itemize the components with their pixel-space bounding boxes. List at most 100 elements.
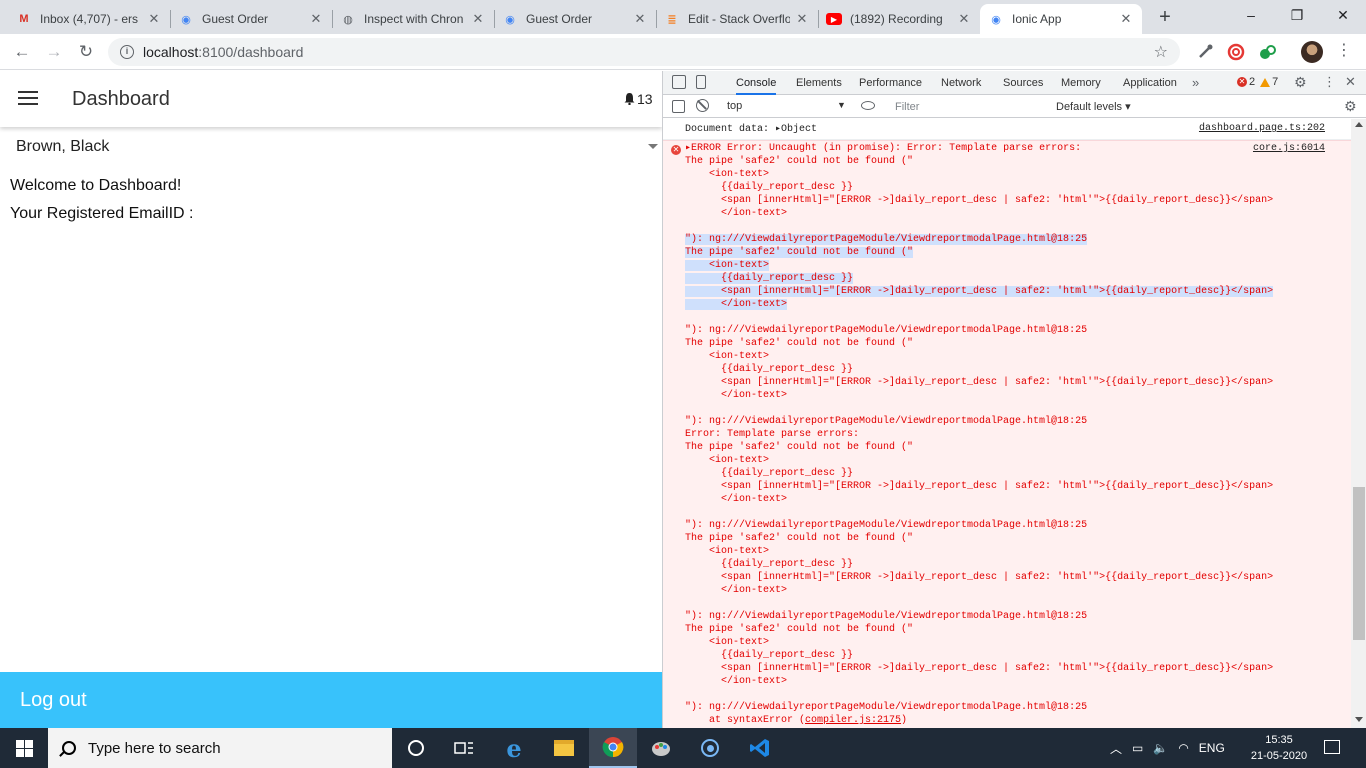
browser-tab[interactable]: M Inbox (4,707) - ers ✕ bbox=[8, 4, 170, 34]
volume-icon[interactable]: 🔈 bbox=[1153, 741, 1168, 755]
tab-title: Inspect with Chron bbox=[364, 12, 464, 26]
gmail-icon: M bbox=[19, 13, 29, 25]
close-tab-icon[interactable]: ✕ bbox=[470, 11, 486, 27]
inspect-element-icon[interactable] bbox=[672, 75, 686, 89]
sidebar-toggle-icon[interactable] bbox=[672, 100, 685, 113]
console-settings-gear-icon[interactable]: ⚙ bbox=[1344, 98, 1357, 115]
clock-time: 15:35 bbox=[1265, 734, 1293, 746]
console-filter-input[interactable] bbox=[889, 98, 1039, 116]
console-line-text: </ion-text> bbox=[685, 208, 788, 219]
taskbar-search-box[interactable]: Type here to search bbox=[48, 728, 392, 768]
scrollbar-thumb[interactable] bbox=[1353, 487, 1365, 640]
file-explorer-icon[interactable] bbox=[540, 728, 588, 768]
devtools-menu-icon[interactable]: ⋮ bbox=[1323, 74, 1336, 90]
taskbar-clock[interactable]: 15:35 21-05-2020 bbox=[1246, 732, 1312, 764]
taskbar-search-placeholder: Type here to search bbox=[88, 739, 221, 757]
close-tab-icon[interactable]: ✕ bbox=[308, 11, 324, 27]
device-toolbar-icon[interactable] bbox=[696, 75, 706, 89]
browser-tab[interactable]: ◉ Ionic App ✕ bbox=[980, 4, 1142, 34]
browser-toolbar: ← → ↻ i localhost:8100/dashboard ☆ ⋮ bbox=[0, 34, 1366, 70]
close-window-button[interactable]: ✕ bbox=[1320, 4, 1366, 26]
issues-counter[interactable]: ✕ 2 7 bbox=[1237, 76, 1278, 88]
chrome-icon[interactable] bbox=[589, 728, 637, 768]
battery-icon[interactable]: ▭ bbox=[1132, 741, 1143, 755]
globe-icon: ◍ bbox=[343, 13, 353, 26]
devtools-close-icon[interactable]: ✕ bbox=[1345, 74, 1356, 90]
start-button[interactable] bbox=[0, 728, 48, 768]
console-scrollbar[interactable] bbox=[1351, 119, 1366, 728]
console-line-text: "): ng:///ViewdailyreportPageModule/View… bbox=[685, 611, 1088, 622]
scroll-down-arrow-icon[interactable] bbox=[1355, 717, 1363, 722]
link-extension-icon[interactable] bbox=[1257, 42, 1277, 62]
info-source-link[interactable]: dashboard.page.ts:202 bbox=[1199, 123, 1325, 134]
console-line-text: <span [innerHtml]="[ERROR ->]daily_repor… bbox=[685, 286, 1274, 297]
console-line-text: {{daily_report_desc }} bbox=[685, 468, 854, 479]
logout-button[interactable]: Log out bbox=[0, 672, 662, 728]
paint-icon[interactable] bbox=[637, 728, 685, 768]
color-select[interactable]: Brown, Black bbox=[0, 128, 662, 166]
eyedropper-extension-icon[interactable] bbox=[1195, 42, 1215, 62]
close-tab-icon[interactable]: ✕ bbox=[632, 11, 648, 27]
error-count: 2 bbox=[1249, 76, 1256, 88]
live-expression-eye-icon[interactable] bbox=[861, 101, 875, 110]
input-language[interactable]: ENG bbox=[1199, 741, 1225, 755]
console-output[interactable]: Document data: ▸Object dashboard.page.ts… bbox=[663, 119, 1351, 728]
devtools-tab-network[interactable]: Network bbox=[941, 71, 981, 95]
close-tab-icon[interactable]: ✕ bbox=[146, 11, 162, 27]
show-hidden-icons-chevron-icon[interactable]: ︿ bbox=[1110, 740, 1122, 757]
url-text[interactable]: localhost:8100/dashboard bbox=[143, 44, 303, 60]
console-line: <ion-text> bbox=[685, 545, 1273, 558]
wifi-icon[interactable]: ◠ bbox=[1178, 741, 1188, 755]
error-text-block[interactable]: ▸ERROR Error: Uncaught (in promise): Err… bbox=[685, 142, 1274, 727]
context-caret-icon: ▼ bbox=[837, 100, 846, 110]
minimize-button[interactable]: – bbox=[1228, 4, 1274, 26]
console-line: The pipe 'safe2' could not be found (" bbox=[685, 155, 1273, 168]
profile-avatar[interactable] bbox=[1301, 41, 1323, 63]
devtools-tab-performance[interactable]: Performance bbox=[859, 71, 922, 95]
notification-button[interactable]: 13 bbox=[624, 91, 653, 107]
vscode-icon[interactable] bbox=[736, 728, 784, 768]
clear-console-icon[interactable] bbox=[696, 99, 709, 112]
browser-tab[interactable]: ◉ Guest Order ✕ bbox=[494, 4, 656, 34]
console-line-text: "): ng:///ViewdailyreportPageModule/View… bbox=[685, 416, 1088, 427]
swirl-extension-icon[interactable] bbox=[1226, 42, 1246, 62]
stack-source-link[interactable]: compiler.js:2175 bbox=[805, 715, 901, 726]
console-line: "): ng:///ViewdailyreportPageModule/View… bbox=[685, 701, 1273, 714]
devtools-settings-gear-icon[interactable]: ⚙ bbox=[1294, 74, 1307, 91]
scroll-up-arrow-icon[interactable] bbox=[1355, 122, 1363, 127]
devtools-tab-console[interactable]: Console bbox=[736, 71, 777, 95]
browser-tab[interactable]: ◍ Inspect with Chron ✕ bbox=[332, 4, 494, 34]
site-info-icon[interactable]: i bbox=[120, 45, 134, 59]
bookmark-star-icon[interactable]: ☆ bbox=[1154, 42, 1168, 62]
console-line: </ion-text> bbox=[685, 298, 1273, 311]
browser-menu-icon[interactable]: ⋮ bbox=[1336, 40, 1352, 60]
devtools-tab-application[interactable]: Application bbox=[1123, 71, 1177, 95]
devtools-tab-sources[interactable]: Sources bbox=[1003, 71, 1043, 95]
restore-button[interactable]: ❐ bbox=[1274, 4, 1320, 26]
address-bar[interactable]: i localhost:8100/dashboard ☆ bbox=[108, 38, 1180, 66]
browser-tab[interactable]: ▶ (1892) Recording ✕ bbox=[818, 4, 980, 34]
context-selector[interactable]: top bbox=[727, 100, 845, 112]
hamburger-menu-icon[interactable] bbox=[18, 91, 38, 107]
ionic-devapp-icon[interactable] bbox=[686, 728, 734, 768]
reload-icon[interactable]: ↻ bbox=[74, 40, 98, 64]
close-tab-icon[interactable]: ✕ bbox=[1118, 11, 1134, 27]
log-levels-dropdown[interactable]: Default levels ▾ bbox=[1056, 100, 1131, 113]
close-tab-icon[interactable]: ✕ bbox=[956, 11, 972, 27]
more-tabs-icon[interactable]: » bbox=[1192, 75, 1199, 90]
task-view-icon[interactable] bbox=[440, 728, 488, 768]
browser-tab[interactable]: ◉ Guest Order ✕ bbox=[170, 4, 332, 34]
console-line-text: <ion-text> bbox=[685, 169, 770, 180]
new-tab-button[interactable]: + bbox=[1154, 6, 1176, 28]
devtools-tab-elements[interactable]: Elements bbox=[796, 71, 842, 95]
forward-arrow-icon[interactable]: → bbox=[42, 40, 66, 64]
action-center-icon[interactable] bbox=[1324, 740, 1340, 754]
edge-icon[interactable]: e bbox=[490, 728, 538, 768]
cortana-icon[interactable] bbox=[392, 728, 440, 768]
console-line-text: "): ng:///ViewdailyreportPageModule/View… bbox=[685, 234, 1088, 245]
close-tab-icon[interactable]: ✕ bbox=[794, 11, 810, 27]
devtools-tab-memory[interactable]: Memory bbox=[1061, 71, 1101, 95]
back-arrow-icon[interactable]: ← bbox=[10, 40, 34, 64]
browser-tab[interactable]: ≣ Edit - Stack Overflo ✕ bbox=[656, 4, 818, 34]
